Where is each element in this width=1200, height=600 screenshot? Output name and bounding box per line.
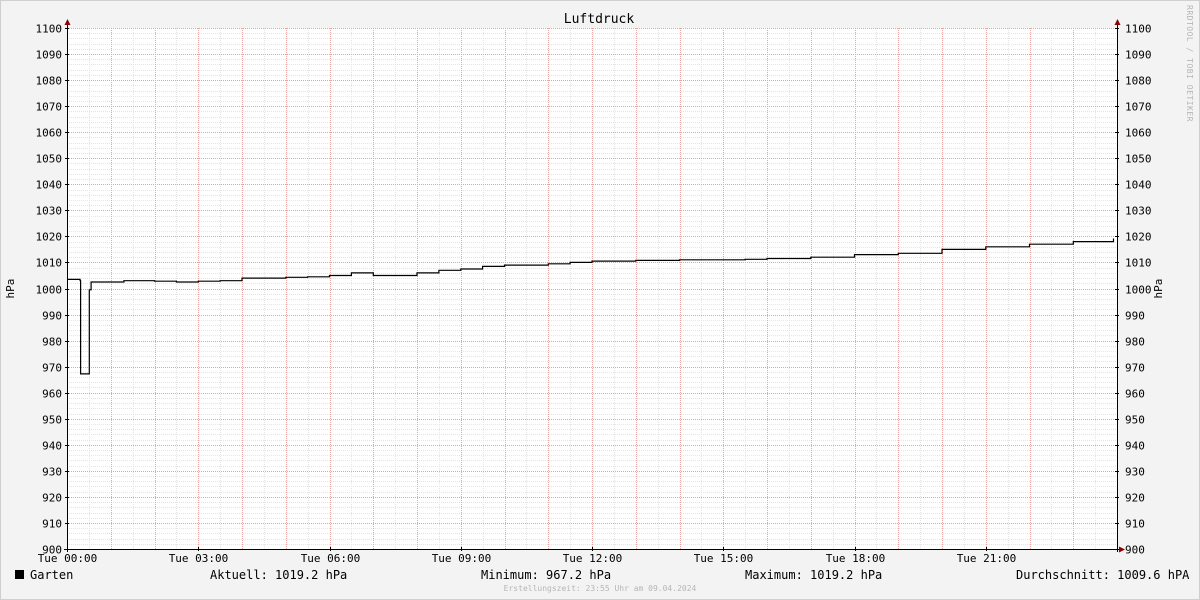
y-tick-label-right: 1100 — [1125, 23, 1152, 36]
y-tick-label-right: 1090 — [1125, 49, 1152, 62]
y-tick-label-right: 920 — [1125, 492, 1145, 505]
y-tick-label-left: 1070 — [36, 101, 63, 114]
y-tick-label-left: 1010 — [36, 257, 63, 270]
y-tick-label-right: 950 — [1125, 414, 1145, 427]
y-tick-label-left: 1060 — [36, 127, 63, 140]
x-tick-label: Tue 06:00 — [301, 552, 361, 565]
y-tick-label-left: 1080 — [36, 75, 63, 88]
y-tick-label-left: 1000 — [36, 284, 63, 297]
rrdtool-credit: RRDTOOL / TOBI OETIKER — [1185, 5, 1194, 122]
y-tick-label-right: 900 — [1125, 544, 1145, 557]
x-tick-label: Tue 18:00 — [826, 552, 886, 565]
y-tick-label-left: 910 — [42, 518, 62, 531]
y-tick-label-left: 980 — [42, 336, 62, 349]
legend-swatch-garten — [15, 570, 24, 579]
y-tick-label-right: 960 — [1125, 388, 1145, 401]
x-tick-label: Tue 15:00 — [694, 552, 754, 565]
legend-maximum: Maximum: 1019.2 hPa — [745, 568, 883, 582]
y-tick-label-left: 970 — [42, 362, 62, 375]
y-tick-label-left: 920 — [42, 492, 62, 505]
y-tick-label-right: 1080 — [1125, 75, 1152, 88]
y-tick-label-left: 930 — [42, 466, 62, 479]
y-tick-label-right: 980 — [1125, 336, 1145, 349]
x-tick-label: Tue 00:00 — [38, 552, 98, 565]
y-tick-label-right: 1020 — [1125, 231, 1152, 244]
y-tick-label-left: 960 — [42, 388, 62, 401]
x-tick-label: Tue 12:00 — [563, 552, 623, 565]
y-tick-label-right: 1010 — [1125, 257, 1152, 270]
y-tick-label-left: 1100 — [36, 23, 63, 36]
grid-layer — [67, 28, 1117, 550]
legend-average: Durchschnitt: 1009.6 hPA — [1016, 568, 1190, 582]
y-tick-label-right: 910 — [1125, 518, 1145, 531]
y-tick-label-right: 970 — [1125, 362, 1145, 375]
pressure-chart: 900 900910 910920 920930 930940 940950 950960 9… — [4, 12, 1165, 565]
y-tick-label-left: 1030 — [36, 205, 63, 218]
y-axis-label-left: hPa — [4, 279, 17, 299]
y-tick-label-left: 940 — [42, 440, 62, 453]
legend-current: Aktuell: 1019.2 hPa — [210, 568, 348, 582]
y-axis-label-right: hPa — [1152, 279, 1165, 299]
legend-series-name: Garten — [30, 568, 74, 582]
x-tick-label: Tue 21:00 — [957, 552, 1017, 565]
y-tick-label-left: 1090 — [36, 49, 63, 62]
y-tick-label-left: 950 — [42, 414, 62, 427]
legend-minimum: Minimum: 967.2 hPa — [481, 568, 612, 582]
y-axis-right-arrow — [1114, 19, 1121, 25]
y-tick-label-left: 1050 — [36, 153, 63, 166]
y-tick-label-left: 1020 — [36, 231, 63, 244]
y-tick-label-right: 1000 — [1125, 284, 1152, 297]
y-tick-label-right: 1040 — [1125, 179, 1152, 192]
footer-timestamp: Erstellungszeit: 23:55 Uhr am 09.04.2024 — [503, 584, 697, 593]
y-tick-label-left: 990 — [42, 310, 62, 323]
x-tick-label: Tue 09:00 — [432, 552, 492, 565]
y-tick-label-right: 1070 — [1125, 101, 1152, 114]
x-tick-label: Tue 03:00 — [169, 552, 229, 565]
y-tick-label-left: 1040 — [36, 179, 63, 192]
y-tick-label-right: 940 — [1125, 440, 1145, 453]
chart-title: Luftdruck — [564, 12, 635, 27]
y-tick-label-right: 1060 — [1125, 127, 1152, 140]
y-tick-label-right: 930 — [1125, 466, 1145, 479]
y-tick-label-right: 990 — [1125, 310, 1145, 323]
y-axis-left-arrow — [64, 19, 71, 25]
y-tick-label-right: 1050 — [1125, 153, 1152, 166]
y-tick-label-right: 1030 — [1125, 205, 1152, 218]
